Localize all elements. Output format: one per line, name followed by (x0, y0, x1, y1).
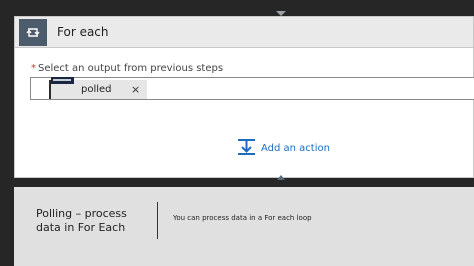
loop-icon (19, 19, 47, 46)
field-label: * Select an output from previous steps (31, 63, 223, 74)
connector-arrow-bottom (277, 175, 285, 180)
output-token[interactable]: polled × (49, 77, 147, 99)
caption-title: Polling – process data in For Each (36, 207, 127, 234)
caption-divider (157, 202, 158, 239)
card-header[interactable]: For each (15, 17, 473, 48)
add-action-label: Add an action (261, 143, 330, 154)
caption-note: You can process data in a For each loop (173, 214, 312, 222)
for-each-card: For each * Select an output from previous… (14, 16, 474, 178)
designer-canvas: For each * Select an output from previous… (0, 0, 474, 183)
field-label-text: Select an output from previous steps (38, 63, 224, 74)
card-title: For each (57, 25, 109, 39)
close-icon[interactable]: × (131, 83, 140, 96)
required-marker: * (31, 63, 36, 74)
caption-panel: Polling – process data in For Each You c… (14, 187, 474, 266)
output-selector-input[interactable]: polled × (30, 77, 474, 100)
connector-logo-icon (51, 77, 74, 84)
add-action-icon (238, 139, 255, 155)
token-label: polled (81, 84, 112, 95)
